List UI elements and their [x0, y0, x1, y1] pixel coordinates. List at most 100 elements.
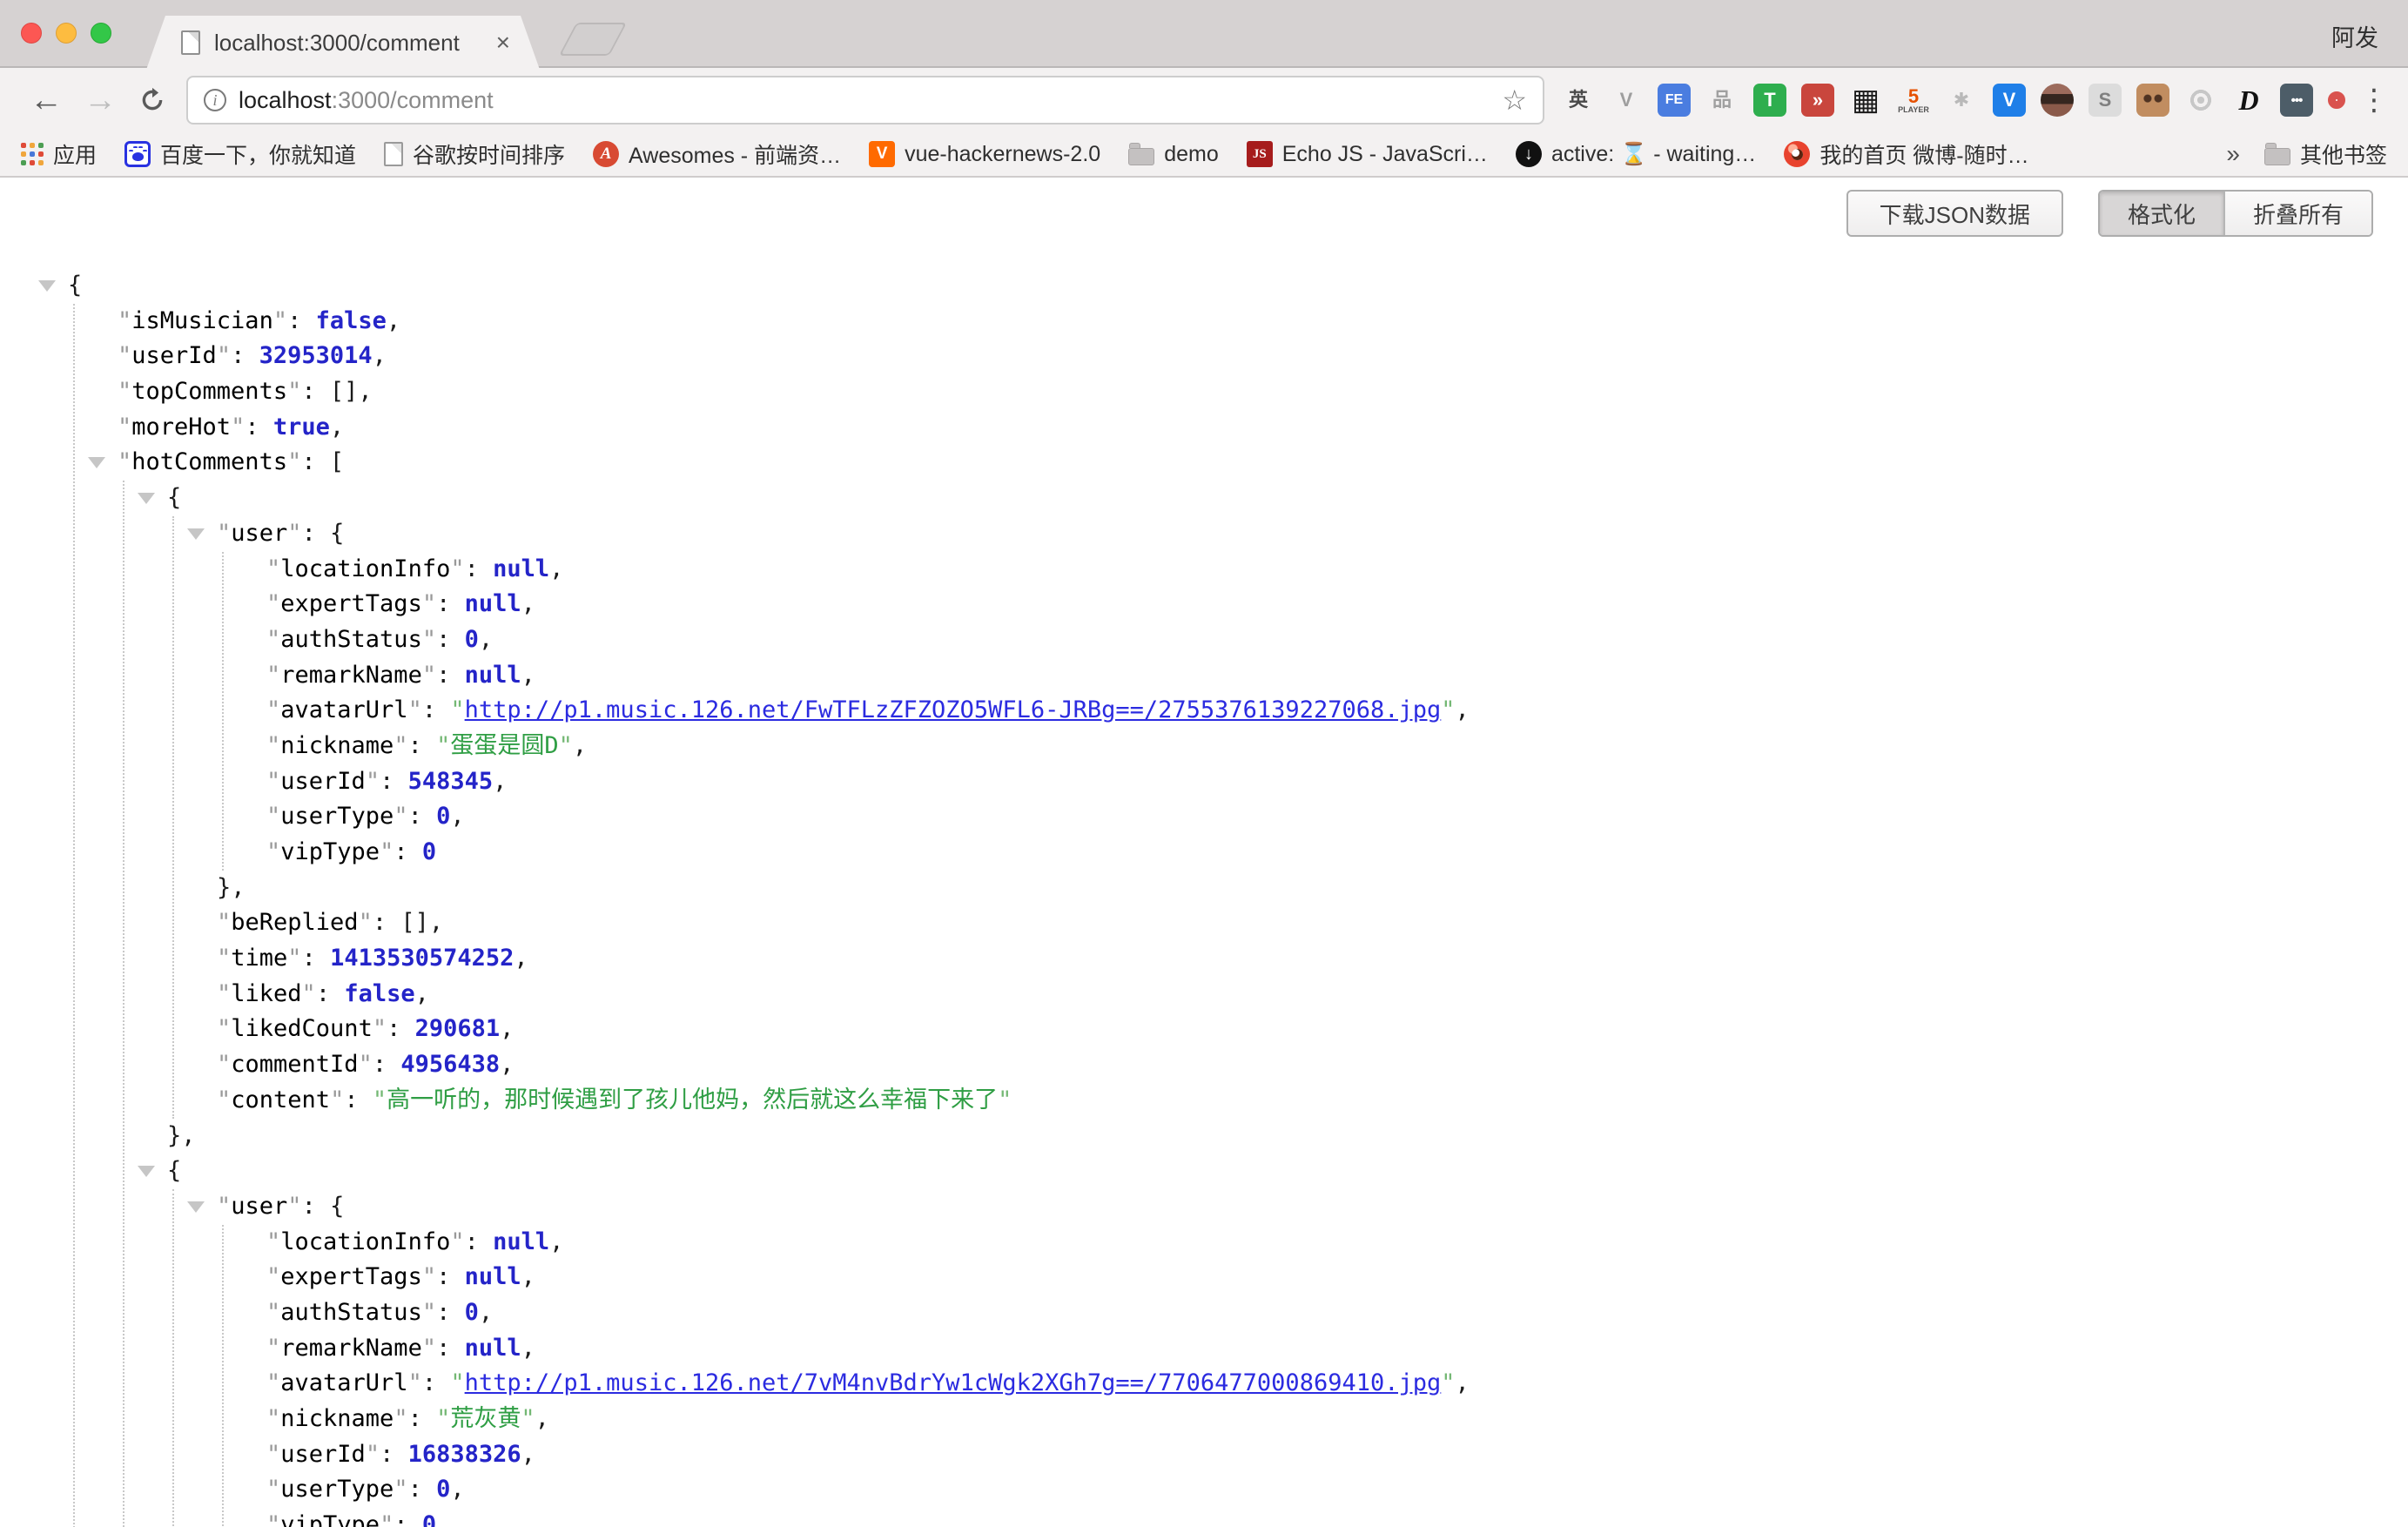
collapse-toggle-icon[interactable] [187, 1201, 205, 1213]
forward-button-icon: → [84, 84, 117, 117]
json-key-quote: " [118, 342, 131, 369]
other-bookmarks[interactable]: 其他书签 [2264, 138, 2387, 170]
collapse-toggle-icon[interactable] [38, 280, 56, 292]
bookmark-item[interactable]: 百度一下，你就知道 [124, 138, 356, 170]
back-button-icon[interactable]: ← [30, 84, 63, 117]
json-string-quote: " [450, 696, 464, 723]
json-key: userType [280, 1476, 393, 1503]
json-key: isMusician [131, 307, 273, 334]
bookmark-item[interactable]: ↓active: ⌛ - waiting… [1516, 141, 1756, 167]
collapse-toggle-icon[interactable] [187, 528, 205, 540]
page-info-icon[interactable]: i [204, 89, 226, 111]
tampermonkey-icon[interactable] [2136, 84, 2169, 117]
bookmark-item[interactable]: Vvue-hackernews-2.0 [869, 141, 1100, 167]
apps-shortcut[interactable]: 应用 [21, 138, 97, 170]
json-line: "beReplied": [], [217, 905, 2408, 941]
json-comma: , [358, 378, 372, 405]
json-key-quote: " [266, 838, 280, 865]
json-link[interactable]: http://p1.music.126.net/FwTFLzZFZOZO5WFL… [465, 696, 1442, 723]
bookmark-item[interactable]: AAwesomes - 前端资… [593, 138, 841, 170]
json-colon: : [302, 1193, 331, 1220]
json-key-quote: " [217, 1015, 231, 1042]
bookmark-label: 百度一下，你就知道 [160, 138, 356, 170]
translate-icon[interactable]: 英 [1562, 84, 1595, 117]
json-line: "userType": 0, [266, 1472, 2408, 1508]
json-colon: : [287, 307, 316, 334]
tab-close-icon[interactable]: × [496, 29, 510, 57]
json-key-quote: " [266, 590, 280, 617]
v-download-icon[interactable]: V [1993, 84, 2026, 117]
json-line: "userId": 32953014, [118, 339, 2408, 374]
json-key-quote: " [422, 1263, 436, 1290]
json-comma: , [415, 980, 429, 1007]
d-reader-icon[interactable]: D [2232, 84, 2265, 117]
fe-helper-icon[interactable]: FE [1658, 84, 1691, 117]
json-link[interactable]: http://p1.music.126.net/7vM4nvBdrYw1cWgk… [465, 1369, 1442, 1396]
json-key-quote: " [266, 768, 280, 795]
json-key-quote: " [422, 1335, 436, 1362]
json-comma: , [521, 1441, 535, 1468]
json-colon: : [465, 1228, 494, 1255]
browser-window: localhost:3000/comment × 阿发 ← → i localh… [0, 0, 2408, 178]
dots-icon[interactable]: ••• [2280, 84, 2313, 117]
format-button[interactable]: 格式化 [2100, 192, 2223, 235]
onetab-icon[interactable] [2328, 91, 2345, 109]
json-comma: , [479, 1299, 493, 1326]
json-key: authStatus [280, 626, 422, 653]
bookmark-item[interactable]: 我的首页 微博-随时… [1784, 138, 2028, 170]
json-key: expertTags [280, 590, 422, 617]
json-key: remarkName [280, 662, 422, 689]
json-line: "topComments": [], [118, 374, 2408, 410]
url-host: localhost [239, 87, 332, 114]
window-minimize-button[interactable] [56, 23, 77, 44]
html5-player-icon[interactable]: 5PLAYER [1897, 84, 1930, 117]
folder-icon [1128, 148, 1154, 165]
json-comma: , [521, 1335, 535, 1362]
vimium-icon[interactable]: V [1610, 84, 1643, 117]
json-string-quote: " [998, 1086, 1012, 1113]
window-close-button[interactable] [21, 23, 42, 44]
json-line: "user": { [217, 516, 2408, 552]
reload-button-icon[interactable] [138, 85, 167, 115]
json-string: 高一听的，那时候遇到了孩儿他妈，然后就这么幸福下来了 [387, 1086, 998, 1113]
fast-forward-icon[interactable]: » [1801, 84, 1834, 117]
json-literal: null [465, 1263, 521, 1290]
browser-toolbar: ← → i localhost :3000/comment ☆ 英 V FE 品T » ▦… [0, 68, 2408, 132]
json-comma: , [479, 626, 493, 653]
translate-icon-glyph: 英 [1569, 91, 1588, 110]
bookmarks-overflow-icon[interactable]: » [2226, 140, 2240, 168]
paw-icon[interactable]: ✱ [1945, 84, 1978, 117]
json-line: "content": "高一听的，那时候遇到了孩儿他妈，然后就这么幸福下来了" [217, 1083, 2408, 1119]
bookmark-item[interactable]: 谷歌按时间排序 [384, 138, 565, 170]
bookmark-item[interactable]: JSEcho JS - JavaScri… [1247, 141, 1488, 167]
new-tab-button[interactable] [559, 23, 627, 56]
json-comma: , [549, 1228, 563, 1255]
address-bar[interactable]: i localhost :3000/comment ☆ [186, 76, 1544, 124]
bookmark-label: Echo JS - JavaScri… [1282, 142, 1488, 167]
collapse-toggle-icon[interactable] [88, 457, 105, 468]
bookmark-star-icon[interactable]: ☆ [1502, 84, 1527, 117]
mask-icon[interactable] [2041, 84, 2074, 117]
json-key-quote: " [302, 980, 316, 1007]
browser-menu-icon[interactable]: ⋮ [2359, 83, 2389, 118]
json-key-quote: " [266, 1299, 280, 1326]
bookmark-item[interactable]: demo [1128, 142, 1219, 167]
collapse-toggle-icon[interactable] [138, 1166, 155, 1177]
json-key-quote: " [380, 1511, 393, 1527]
qrcode-icon[interactable]: ▦ [1849, 84, 1882, 117]
browser-tab[interactable]: localhost:3000/comment × [146, 16, 540, 70]
s-grey-icon[interactable]: S [2089, 84, 2122, 117]
profile-name[interactable]: 阿发 [2331, 19, 2378, 53]
json-key-quote: " [287, 448, 301, 475]
weibo-grey-icon[interactable] [2184, 84, 2217, 117]
json-viewer: {"isMusician": false,"userId": 32953014,… [68, 268, 2408, 1527]
collapse-all-button[interactable]: 折叠所有 [2223, 192, 2371, 235]
window-zoom-button[interactable] [91, 23, 111, 44]
json-colon: : [302, 520, 331, 547]
collapse-toggle-icon[interactable] [138, 493, 155, 504]
shield-t-icon[interactable]: T [1753, 84, 1786, 117]
sitemap-icon[interactable]: 品 [1705, 84, 1739, 117]
json-line: "user": { [217, 1189, 2408, 1225]
download-json-button[interactable]: 下载JSON数据 [1846, 190, 2063, 237]
json-line: "nickname": "蛋蛋是圆D", [266, 729, 2408, 764]
